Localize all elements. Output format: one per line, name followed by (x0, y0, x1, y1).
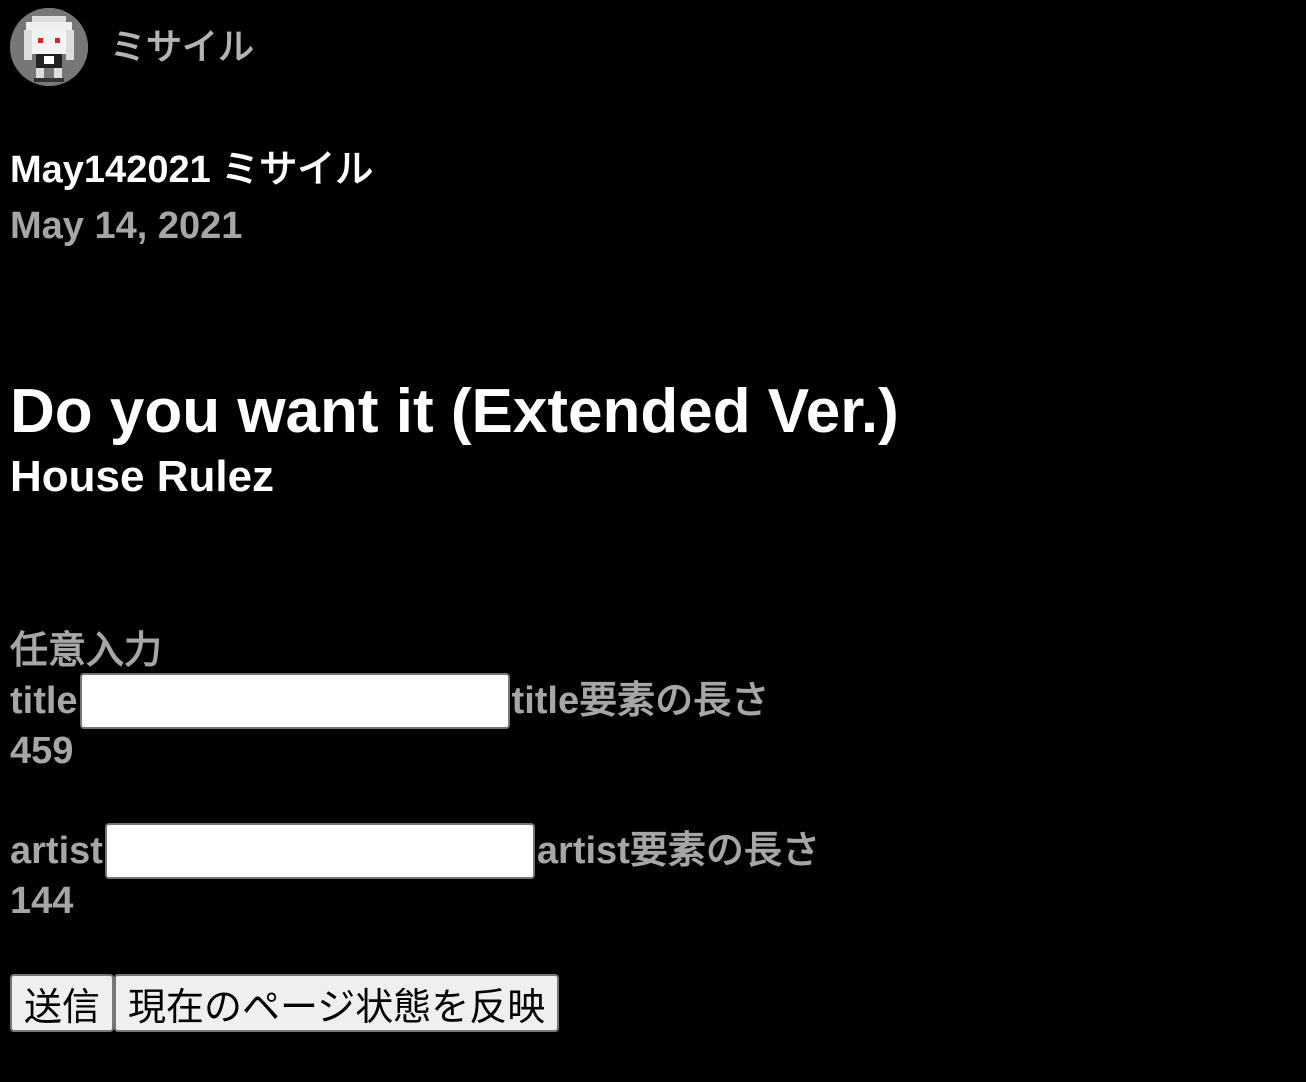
title-label: title (10, 680, 78, 722)
artist-row: artist artist要素の長さ (10, 823, 820, 879)
artist-input[interactable] (104, 823, 535, 879)
post-title[interactable]: May142021 ミサイル (10, 138, 373, 193)
post-date: May 14, 2021 (10, 205, 243, 247)
artist-label: artist (10, 830, 103, 872)
title-row: title title要素の長さ (10, 673, 820, 729)
submit-button[interactable]: 送信 (10, 974, 115, 1032)
form-buttons: 送信 現在のページ状態を反映 (10, 974, 560, 1032)
optional-input-form: 任意入力 title title要素の長さ 459 artist artist要… (10, 626, 820, 926)
title-length-label: title要素の長さ (511, 680, 770, 722)
form-section-label: 任意入力 (10, 630, 163, 672)
title-input[interactable] (79, 673, 510, 729)
song-title: Do you want it (Extended Ver.) (10, 377, 899, 446)
pixel-character-avatar-icon (10, 8, 88, 86)
artist-length-label: artist要素の長さ (536, 830, 820, 872)
artist-length-value: 144 (10, 880, 74, 922)
reflect-page-state-button[interactable]: 現在のページ状態を反映 (114, 974, 560, 1032)
site-name[interactable]: ミサイル (110, 18, 254, 70)
avatar[interactable] (10, 8, 88, 86)
site-header: ミサイル (10, 8, 254, 86)
title-length-value: 459 (10, 730, 74, 772)
song-artist: House Rulez (10, 452, 275, 501)
